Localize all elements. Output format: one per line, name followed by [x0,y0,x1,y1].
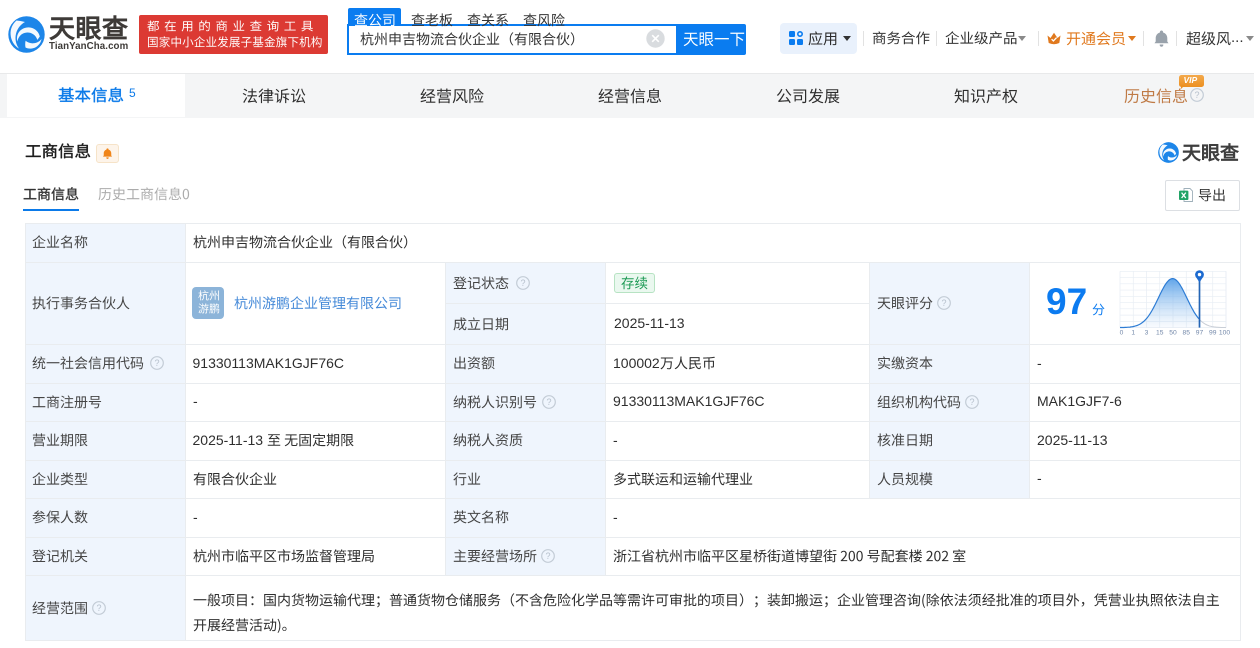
svg-text:?: ? [154,358,159,368]
svg-text:3: 3 [1145,330,1149,337]
svg-text:?: ? [546,397,551,407]
svg-text:85: 85 [1183,330,1191,337]
svg-text:?: ? [1194,90,1199,100]
svg-text:?: ? [96,603,101,613]
svg-text:?: ? [520,278,525,288]
svg-text:1: 1 [1131,330,1135,337]
svg-text:100: 100 [1219,330,1230,337]
svg-text:?: ? [545,551,550,561]
svg-text:0: 0 [1120,330,1124,337]
svg-text:99: 99 [1209,330,1217,337]
svg-text:97: 97 [1196,330,1204,337]
svg-text:15: 15 [1156,330,1164,337]
svg-text:?: ? [941,298,946,308]
svg-text:50: 50 [1169,330,1177,337]
svg-text:?: ? [969,397,974,407]
